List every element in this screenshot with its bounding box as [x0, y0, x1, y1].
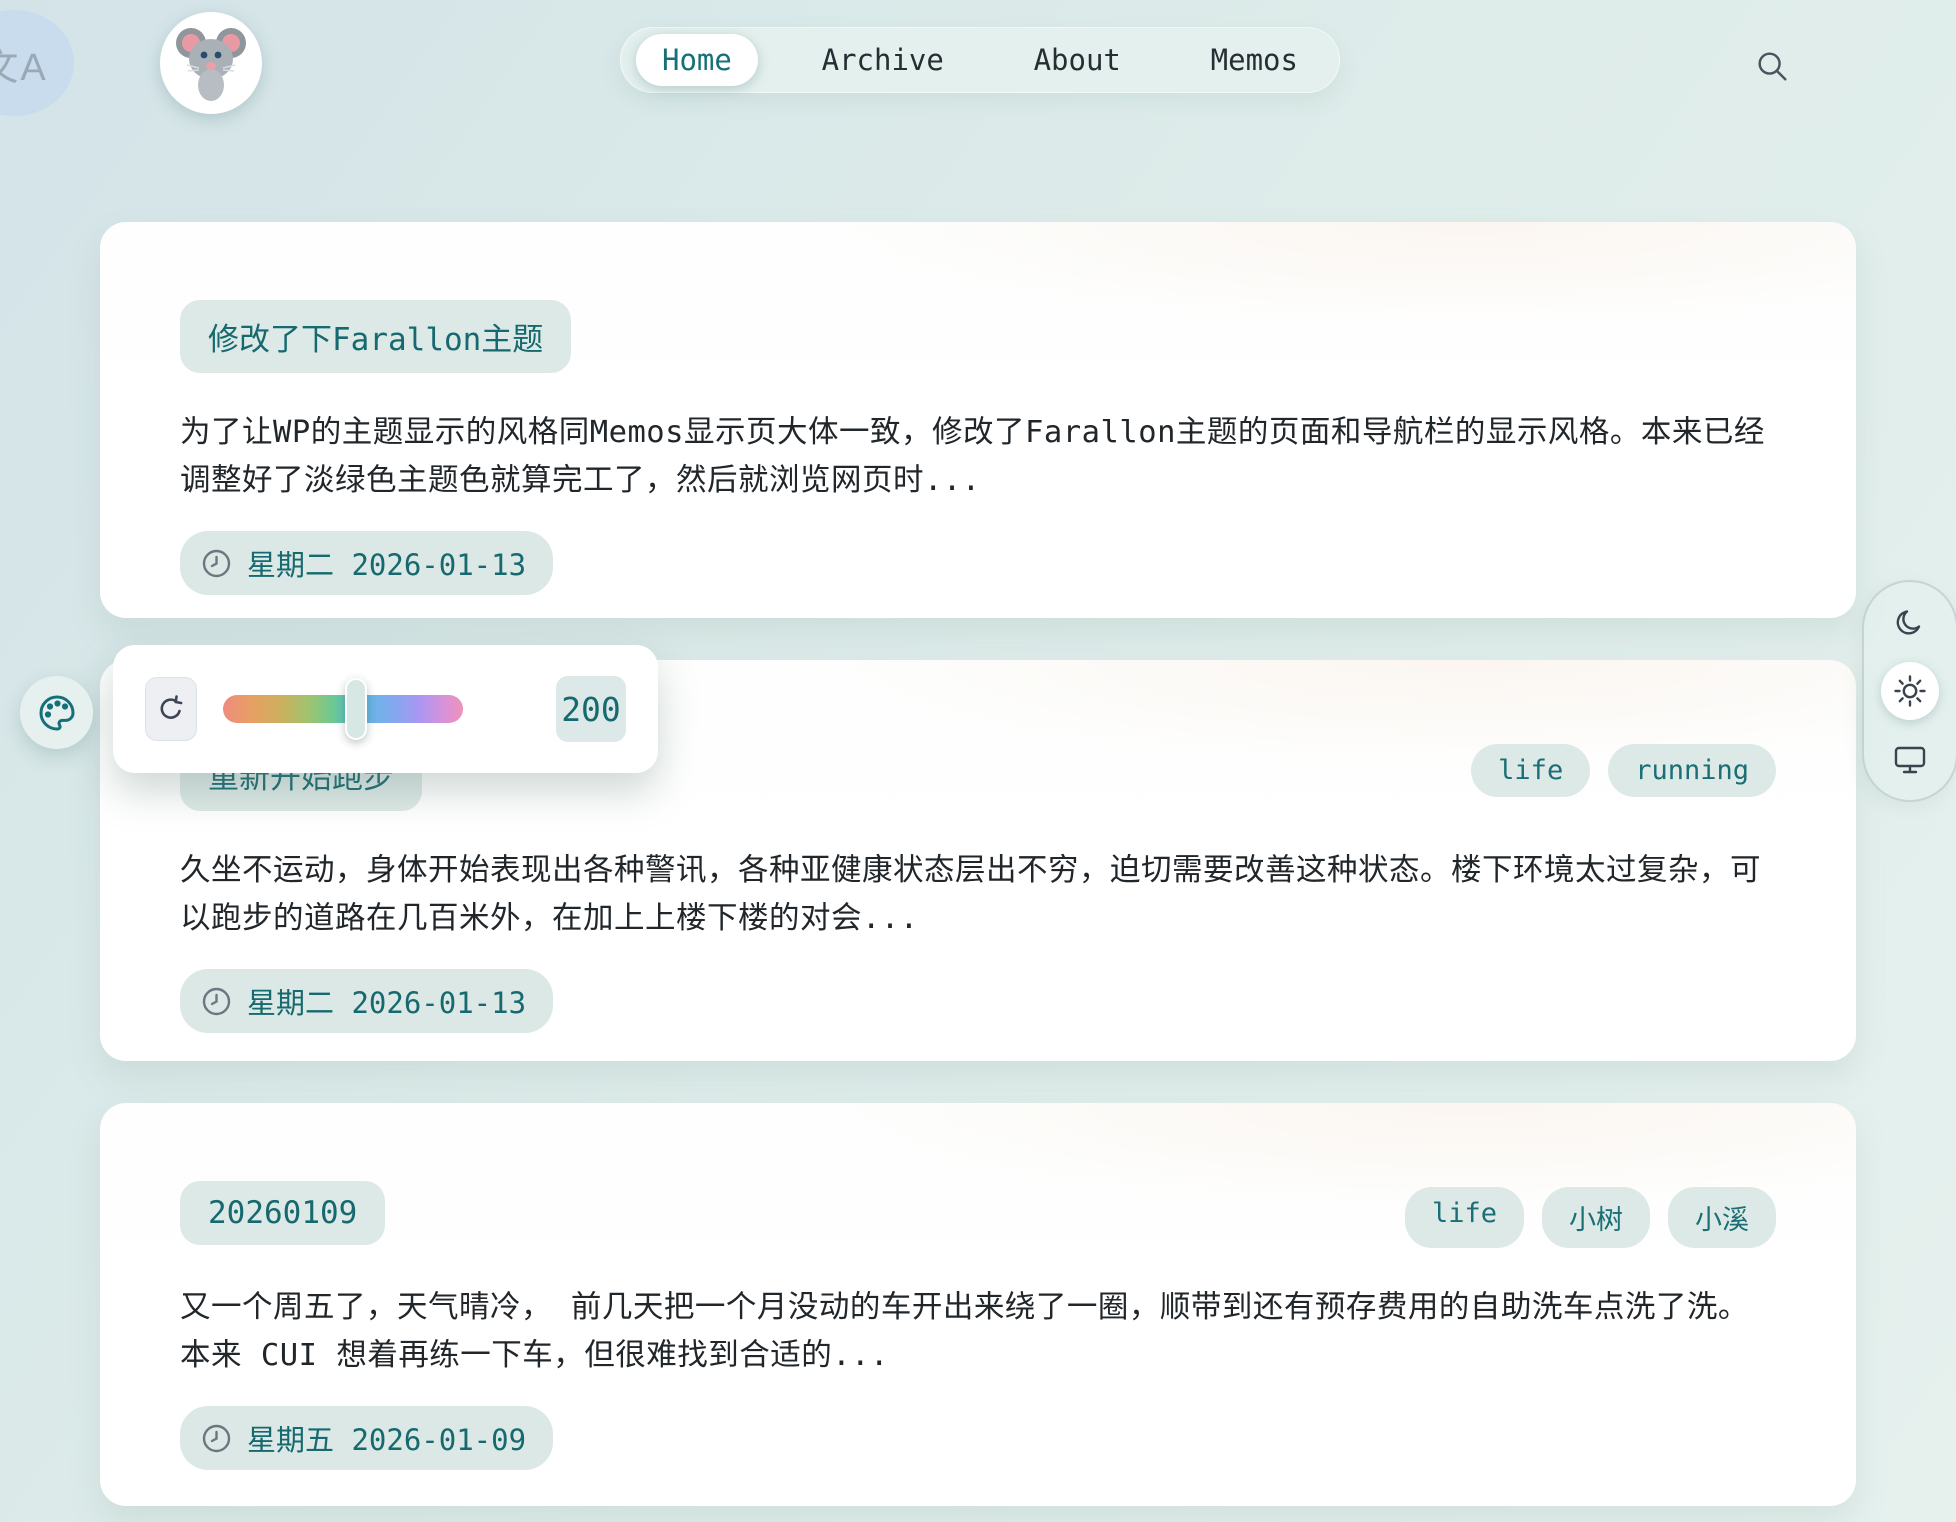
- post-date-text: 星期二 2026-01-13: [247, 980, 526, 1022]
- post-date-badge: 星期二 2026-01-13: [180, 969, 553, 1033]
- site-avatar[interactable]: [160, 12, 262, 114]
- palette-icon: [37, 693, 77, 733]
- sun-icon: [1893, 674, 1927, 708]
- tag-running[interactable]: running: [1608, 744, 1776, 797]
- tag-life[interactable]: life: [1405, 1187, 1524, 1248]
- mouse-avatar-icon: [169, 21, 253, 105]
- monitor-icon: [1893, 742, 1927, 776]
- tag-xiaoxi[interactable]: 小溪: [1668, 1187, 1776, 1248]
- post-excerpt: 又一个周五了，天气晴冷， 前几天把一个月没动的车开出来绕了一圈，顺带到还有预存费…: [180, 1284, 1776, 1380]
- theme-mode-switcher: [1862, 580, 1956, 802]
- tag-xiaoshu[interactable]: 小树: [1542, 1187, 1650, 1248]
- main-nav: Home Archive About Memos: [620, 27, 1340, 93]
- post-date-text: 星期二 2026-01-13: [247, 542, 526, 584]
- post-excerpt: 久坐不运动，身体开始表现出各种警讯，各种亚健康状态层出不穷，迫切需要改善这种状态…: [180, 847, 1776, 943]
- post-tags: life running: [1471, 744, 1776, 797]
- post-title-link[interactable]: 修改了下Farallon主题: [180, 300, 571, 373]
- search-icon: [1754, 47, 1790, 85]
- nav-item-memos[interactable]: Memos: [1185, 34, 1324, 86]
- hue-slider[interactable]: [223, 676, 463, 742]
- clock-icon: [201, 1423, 232, 1454]
- dark-mode-button[interactable]: [1881, 594, 1939, 652]
- hue-slider-thumb[interactable]: [345, 678, 367, 740]
- post-excerpt: 为了让WP的主题显示的风格同Memos显示页大体一致，修改了Farallon主题…: [180, 409, 1776, 505]
- clock-icon: [201, 986, 232, 1017]
- hue-value-text: 200: [561, 690, 621, 729]
- post-date-text: 星期五 2026-01-09: [247, 1417, 526, 1459]
- clock-icon: [201, 548, 232, 579]
- blog-home-page: 文A Home Archive About Memos 修: [0, 0, 1956, 1522]
- post-card-head: 20260109 life 小树 小溪: [180, 1181, 1776, 1248]
- hue-value-badge: 200: [556, 676, 626, 742]
- post-card: 20260109 life 小树 小溪 又一个周五了，天气晴冷， 前几天把一个月…: [100, 1103, 1856, 1506]
- theme-color-popup: 200: [113, 645, 658, 773]
- moon-icon: [1894, 607, 1926, 639]
- nav-item-home[interactable]: Home: [636, 34, 758, 86]
- nav-item-about[interactable]: About: [1008, 34, 1147, 86]
- system-mode-button[interactable]: [1881, 730, 1939, 788]
- post-date-badge: 星期五 2026-01-09: [180, 1406, 553, 1470]
- translate-button[interactable]: 文A: [0, 10, 74, 116]
- post-date-badge: 星期二 2026-01-13: [180, 531, 553, 595]
- nav-item-archive[interactable]: Archive: [796, 34, 970, 86]
- palette-button[interactable]: [20, 676, 93, 749]
- post-title-link[interactable]: 20260109: [180, 1181, 385, 1245]
- search-button[interactable]: [1748, 42, 1796, 90]
- reset-color-button[interactable]: [145, 677, 197, 741]
- hue-slider-track[interactable]: [223, 695, 463, 723]
- post-tags: life 小树 小溪: [1405, 1187, 1776, 1248]
- tag-life[interactable]: life: [1471, 744, 1590, 797]
- post-card-head: 修改了下Farallon主题: [180, 300, 1776, 373]
- translate-label: 文A: [0, 36, 48, 91]
- reset-icon: [156, 694, 186, 724]
- post-card: 修改了下Farallon主题 为了让WP的主题显示的风格同Memos显示页大体一…: [100, 222, 1856, 618]
- light-mode-button[interactable]: [1881, 662, 1939, 720]
